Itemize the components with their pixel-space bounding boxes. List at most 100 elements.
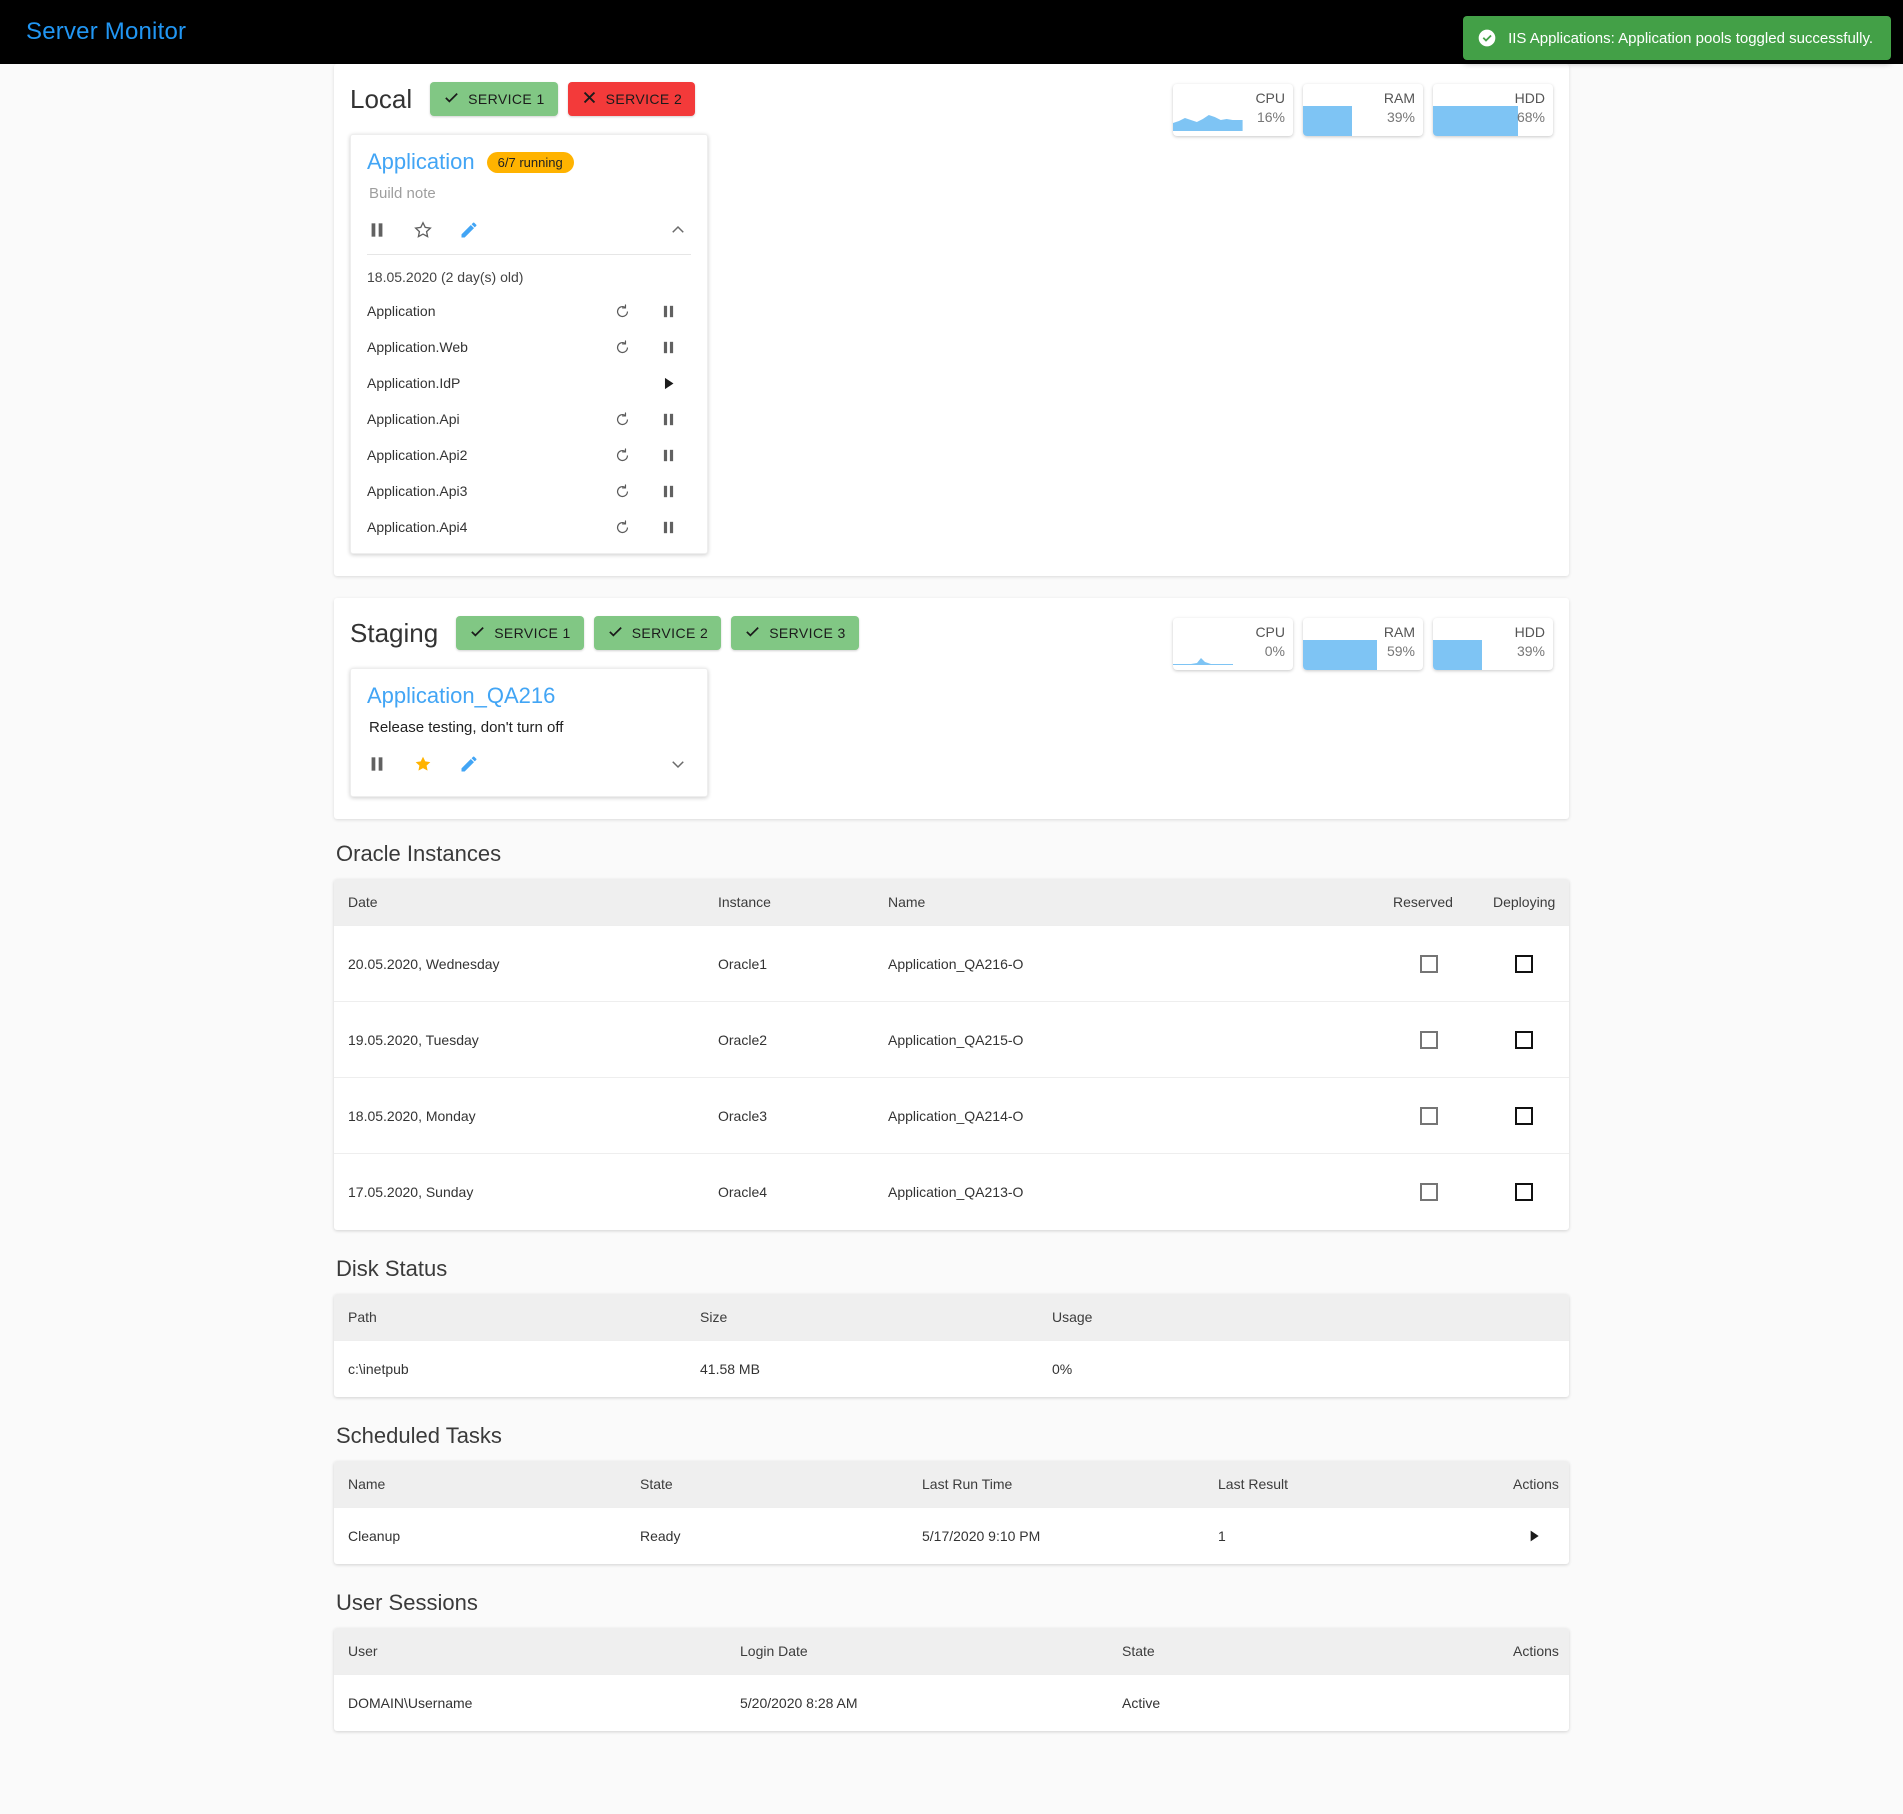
- restart-pool-button[interactable]: [599, 339, 645, 356]
- scheduled-tasks-title: Scheduled Tasks: [336, 1423, 502, 1448]
- reserved-checkbox[interactable]: [1420, 954, 1438, 973]
- toast-notification[interactable]: IIS Applications: Application pools togg…: [1463, 16, 1891, 60]
- restart-pool-button[interactable]: [599, 447, 645, 464]
- reserved-checkbox-cell: [1379, 1030, 1479, 1049]
- app-pool-name: Application.Web: [367, 339, 468, 355]
- pause-button[interactable]: [367, 220, 387, 240]
- column-header: Date: [348, 894, 378, 910]
- column-header: Path: [348, 1309, 377, 1325]
- service-label: SERVICE 1: [494, 625, 571, 641]
- reserved-checkbox[interactable]: [1420, 1183, 1438, 1201]
- oracle-name: Application_QA214-O: [888, 1107, 1024, 1124]
- application-card: Application_QA216 Release testing, don't …: [350, 668, 708, 797]
- deploying-checkbox-cell: [1479, 1183, 1569, 1201]
- deploying-checkbox[interactable]: [1515, 1183, 1533, 1201]
- gauge-value: 39%: [1516, 643, 1545, 659]
- oracle-date: 18.05.2020, Monday: [348, 1107, 476, 1124]
- pause-button[interactable]: [367, 754, 387, 774]
- gauge-ram: RAM 59%: [1303, 618, 1423, 670]
- app-pool-name: Application.Api: [367, 411, 460, 427]
- table-row: 17.05.2020, Sunday Oracle4 Application_QA2…: [334, 1154, 1569, 1230]
- oracle-name: Application_QA216-O: [888, 955, 1024, 972]
- deploying-checkbox[interactable]: [1515, 1030, 1533, 1049]
- page-body: Local SERVICE 1 SERVICE 2 CPU 16% RAM 39% HDD 6…: [0, 64, 1903, 1731]
- gauge-value: 68%: [1516, 109, 1545, 125]
- reserved-checkbox[interactable]: [1420, 1030, 1438, 1049]
- stop-pool-button[interactable]: [645, 411, 691, 428]
- stop-pool-button[interactable]: [645, 303, 691, 320]
- reserved-checkbox-cell: [1379, 954, 1479, 973]
- start-pool-button[interactable]: [645, 375, 691, 392]
- service-badge-service-2[interactable]: SERVICE 2: [593, 616, 722, 650]
- column-header: Reserved: [1393, 894, 1453, 910]
- check-circle-icon: [1477, 28, 1497, 48]
- tables-container: Oracle Instances Date Instance Name Reserved…: [334, 841, 1569, 1731]
- gauge-hdd: HDD 39%: [1433, 618, 1553, 670]
- user-sessions-table: User Login Date State Actions DOMAIN\Usernam…: [334, 1628, 1569, 1731]
- application-card: Application 6/7 running Build note 18.05.20…: [350, 134, 708, 554]
- task-last-result: 1: [1218, 1528, 1226, 1544]
- edit-button[interactable]: [459, 754, 479, 774]
- reserved-checkbox[interactable]: [1420, 1106, 1438, 1125]
- deploying-checkbox[interactable]: [1515, 954, 1533, 973]
- deploying-checkbox[interactable]: [1515, 1106, 1533, 1125]
- oracle-instance: Oracle2: [718, 1031, 768, 1048]
- gauge-cpu: CPU 16%: [1173, 84, 1293, 136]
- build-note-input[interactable]: Release testing, don't turn off: [369, 719, 691, 736]
- service-badge-service-2[interactable]: SERVICE 2: [567, 82, 696, 116]
- gauge-label: CPU 16%: [1255, 89, 1285, 127]
- service-badge-service-1[interactable]: SERVICE 1: [456, 616, 584, 650]
- check-icon: [744, 623, 761, 643]
- user-sessions-title: User Sessions: [336, 1590, 478, 1615]
- content-wrapper: Local SERVICE 1 SERVICE 2 CPU 16% RAM 39% HDD 6…: [334, 64, 1569, 1731]
- gauge-name: HDD: [1514, 624, 1545, 640]
- column-header: Login Date: [740, 1643, 808, 1659]
- table-row: 19.05.2020, Tuesday Oracle2 Application_QA…: [334, 1002, 1569, 1078]
- restart-pool-button[interactable]: [599, 519, 645, 536]
- service-badge-service-1[interactable]: SERVICE 1: [430, 82, 558, 116]
- gauge-label: HDD 68%: [1515, 89, 1545, 127]
- gauge-value: 16%: [1256, 109, 1285, 125]
- service-label: SERVICE 1: [468, 91, 545, 107]
- favorite-button[interactable]: [413, 754, 433, 774]
- stop-pool-button[interactable]: [645, 339, 691, 356]
- gauge-value: 39%: [1386, 109, 1415, 125]
- build-note-input[interactable]: Build note: [369, 185, 691, 202]
- table-row: Cleanup Ready 5/17/2020 9:10 PM 1: [334, 1508, 1569, 1564]
- gauge-fill: [1303, 106, 1353, 136]
- restart-pool-button[interactable]: [599, 483, 645, 500]
- environment-panel-staging: Staging SERVICE 1 SERVICE 2 SERVICE 3 CPU 0%…: [334, 598, 1569, 819]
- check-icon: [469, 623, 486, 643]
- favorite-button[interactable]: [413, 220, 433, 240]
- deploying-checkbox-cell: [1479, 1030, 1569, 1049]
- service-label: SERVICE 3: [769, 625, 846, 641]
- gauge-name: CPU: [1255, 90, 1285, 106]
- deploying-checkbox-cell: [1479, 1106, 1569, 1125]
- application-link[interactable]: Application: [367, 149, 475, 175]
- run-task-play-icon[interactable]: [1526, 1528, 1542, 1544]
- service-badge-service-3[interactable]: SERVICE 3: [731, 616, 859, 650]
- stop-pool-button[interactable]: [645, 483, 691, 500]
- restart-pool-button[interactable]: [599, 303, 645, 320]
- app-pool-row: Application: [367, 293, 691, 329]
- column-header: Name: [888, 894, 926, 910]
- restart-pool-button[interactable]: [599, 411, 645, 428]
- card-actions: [367, 750, 691, 788]
- application-link[interactable]: Application_QA216: [367, 683, 555, 709]
- app-pool-row: Application.IdP: [367, 365, 691, 401]
- stop-pool-button[interactable]: [645, 519, 691, 536]
- disk-usage: 0%: [1052, 1361, 1073, 1377]
- oracle-date: 19.05.2020, Tuesday: [348, 1031, 479, 1048]
- expand-chevron-down-icon[interactable]: [669, 755, 687, 773]
- collapse-chevron-up-icon[interactable]: [669, 221, 687, 239]
- environment-name: Staging: [350, 617, 439, 648]
- check-icon: [607, 623, 624, 643]
- gauge-label: HDD 39%: [1515, 623, 1545, 661]
- app-pool-name: Application.Api4: [367, 519, 468, 535]
- gauge-name: RAM: [1383, 90, 1415, 106]
- app-pool-name: Application.Api3: [367, 483, 468, 499]
- stop-pool-button[interactable]: [645, 447, 691, 464]
- edit-button[interactable]: [459, 220, 479, 240]
- gauge-ram: RAM 39%: [1303, 84, 1423, 136]
- app-pool-row: Application.Api2: [367, 437, 691, 473]
